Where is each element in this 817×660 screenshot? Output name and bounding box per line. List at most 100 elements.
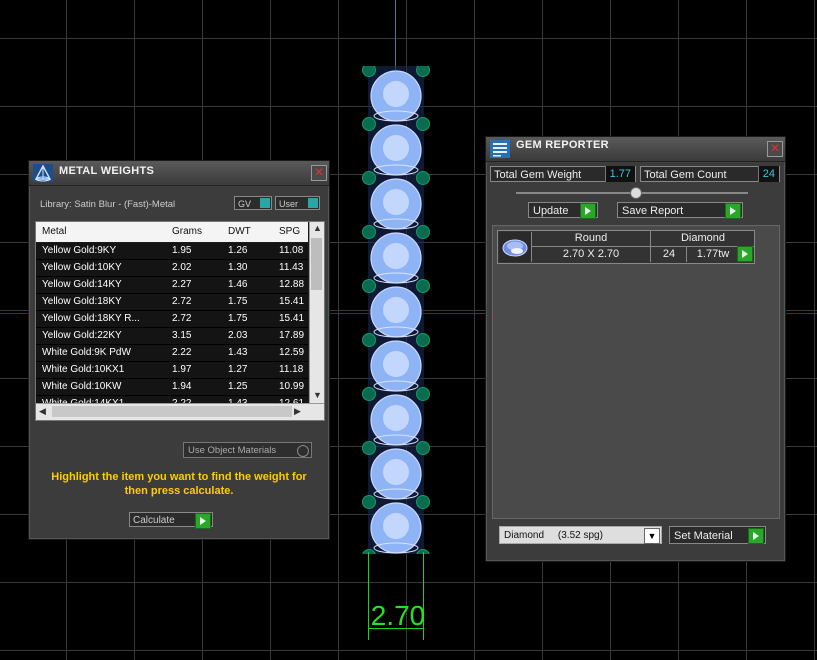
ring-prong xyxy=(362,279,376,293)
round-gem-icon xyxy=(499,232,532,262)
dwt-value: 1.30 xyxy=(228,262,248,273)
grams-value: 2.27 xyxy=(172,279,192,290)
grams-value: 2.22 xyxy=(172,347,192,358)
metal-name: Yellow Gold:9KY xyxy=(42,245,117,256)
metal-weights-close-button[interactable]: ✕ xyxy=(311,165,327,181)
total-gem-weight: Total Gem Weight 1.77 xyxy=(490,166,636,182)
vertical-scroll-thumb[interactable] xyxy=(311,238,322,290)
update-field[interactable]: Update xyxy=(528,202,598,219)
total-gem-count-label: Total Gem Count xyxy=(644,169,727,181)
table-row[interactable]: Yellow Gold:9KY 1.95 1.26 11.08 xyxy=(36,243,308,260)
calculate-button[interactable] xyxy=(195,513,211,529)
use-object-materials-option[interactable]: Use Object Materials xyxy=(183,442,312,458)
total-gem-weight-label: Total Gem Weight xyxy=(494,169,582,181)
grams-value: 1.94 xyxy=(172,381,192,392)
ring-prong xyxy=(362,225,376,239)
metal-weights-title: METAL WEIGHTS xyxy=(59,165,155,177)
gem-weight: 1.77tw xyxy=(686,247,739,262)
user-toggle-indicator xyxy=(308,198,318,208)
calculate-field[interactable]: Calculate xyxy=(129,512,213,529)
table-row[interactable]: Yellow Gold:10KY 2.02 1.30 11.43 xyxy=(36,260,308,277)
table-row[interactable]: Yellow Gold:18KY R... 2.72 1.75 15.41 xyxy=(36,311,308,328)
ring-prong xyxy=(416,279,430,293)
gem-reporter-titlebar[interactable]: GEM REPORTER ✕ xyxy=(486,137,785,162)
user-toggle[interactable]: User xyxy=(275,196,320,210)
dwt-value: 2.03 xyxy=(228,330,248,341)
save-report-button[interactable] xyxy=(725,203,741,219)
scroll-right-icon[interactable]: ▶ xyxy=(294,406,301,417)
set-material-button[interactable] xyxy=(748,528,764,544)
set-material-field[interactable]: Set Material xyxy=(669,526,766,544)
table-row[interactable]: Yellow Gold:18KY 2.72 1.75 15.41 xyxy=(36,294,308,311)
table-row[interactable]: White Gold:9K PdW 2.22 1.43 12.59 xyxy=(36,345,308,362)
gem-reporter-close-button[interactable]: ✕ xyxy=(767,141,783,157)
ring-prong xyxy=(416,117,430,131)
ring-gem-table xyxy=(383,513,409,539)
metal-weights-table[interactable]: Metal Grams DWT SPG Yellow Gold:9KY 1.95 1… xyxy=(35,221,325,421)
ring-prong xyxy=(416,171,430,185)
ring-gem-table xyxy=(383,135,409,161)
gem-report-list[interactable]: Round Diamond 2.70 X 2.70 24 1.77tw xyxy=(492,225,780,519)
scroll-down-icon[interactable]: ▼ xyxy=(313,390,322,400)
gv-label: GV xyxy=(238,199,252,209)
save-report-label: Save Report xyxy=(622,205,684,217)
ring-prong xyxy=(362,333,376,347)
table-row[interactable]: White Gold:10KX1 1.97 1.27 11.18 xyxy=(36,362,308,379)
gv-toggle-indicator xyxy=(260,198,270,208)
chevron-down-icon[interactable]: ▼ xyxy=(644,528,660,544)
ring-prong xyxy=(416,441,430,455)
dwt-value: 1.75 xyxy=(228,296,248,307)
save-report-field[interactable]: Save Report xyxy=(617,202,743,219)
ring-prong xyxy=(362,117,376,131)
column-header-metal[interactable]: Metal xyxy=(42,226,66,237)
vertical-scrollbar[interactable]: ▲ ▼ xyxy=(309,222,324,404)
update-label: Update xyxy=(533,205,569,217)
metal-name: Yellow Gold:22KY xyxy=(42,330,122,341)
ring-gem-table xyxy=(383,351,409,377)
grams-value: 1.95 xyxy=(172,245,192,256)
metal-name: Yellow Gold:18KY xyxy=(42,296,122,307)
table-body: Yellow Gold:9KY 1.95 1.26 11.08 Yellow Gold:… xyxy=(36,243,308,420)
gem-reporter-title: GEM REPORTER xyxy=(516,139,609,151)
table-row[interactable]: Yellow Gold:22KY 3.15 2.03 17.89 xyxy=(36,328,308,345)
ring-gem-table xyxy=(383,189,409,215)
ring-prong xyxy=(416,225,430,239)
column-header-spg[interactable]: SPG xyxy=(279,226,300,237)
dwt-value: 1.26 xyxy=(228,245,248,256)
ring-prong xyxy=(362,495,376,509)
y-axis-line xyxy=(395,0,396,70)
dwt-value: 1.25 xyxy=(228,381,248,392)
table-row[interactable]: Yellow Gold:14KY 2.27 1.46 12.88 xyxy=(36,277,308,294)
scroll-left-icon[interactable]: ◀ xyxy=(39,406,46,417)
column-header-grams[interactable]: Grams xyxy=(172,226,202,237)
scale-icon xyxy=(33,164,53,182)
column-header-dwt[interactable]: DWT xyxy=(228,226,251,237)
metal-name: White Gold:9K PdW xyxy=(42,347,131,358)
material-select[interactable]: Diamond (3.52 spg) ▼ xyxy=(499,526,662,544)
slider-knob[interactable] xyxy=(630,187,642,199)
table-header: Metal Grams DWT SPG xyxy=(36,222,308,242)
ring-prong xyxy=(416,66,430,77)
ring-gem-table xyxy=(383,297,409,323)
table-row[interactable]: White Gold:10KW 1.94 1.25 10.99 xyxy=(36,379,308,396)
dwt-value: 1.43 xyxy=(228,347,248,358)
gem-report-row[interactable]: Round Diamond 2.70 X 2.70 24 1.77tw xyxy=(497,230,755,264)
grams-value: 2.72 xyxy=(172,313,192,324)
scroll-up-icon[interactable]: ▲ xyxy=(313,223,322,233)
gem-row-go-button[interactable] xyxy=(737,246,753,262)
horizontal-scrollbar[interactable]: ◀ ▶ xyxy=(36,403,324,420)
horizontal-scroll-thumb[interactable] xyxy=(52,406,292,417)
library-label: Library: Satin Blur - (Fast)-Metal xyxy=(40,199,176,210)
ring-prong xyxy=(362,387,376,401)
metal-weights-titlebar[interactable]: METAL WEIGHTS ✕ xyxy=(29,161,329,186)
eternity-ring-model[interactable] xyxy=(362,66,430,554)
ring-prong xyxy=(362,66,376,77)
update-button[interactable] xyxy=(580,203,596,219)
metal-name: Yellow Gold:18KY R... xyxy=(42,313,140,324)
ring-gem-table xyxy=(383,81,409,107)
gv-toggle[interactable]: GV xyxy=(234,196,272,210)
grams-value: 1.97 xyxy=(172,364,192,375)
use-object-materials-radio[interactable] xyxy=(297,445,309,457)
ring-prong xyxy=(362,441,376,455)
calculate-hint: Highlight the item you want to find the … xyxy=(51,471,307,497)
